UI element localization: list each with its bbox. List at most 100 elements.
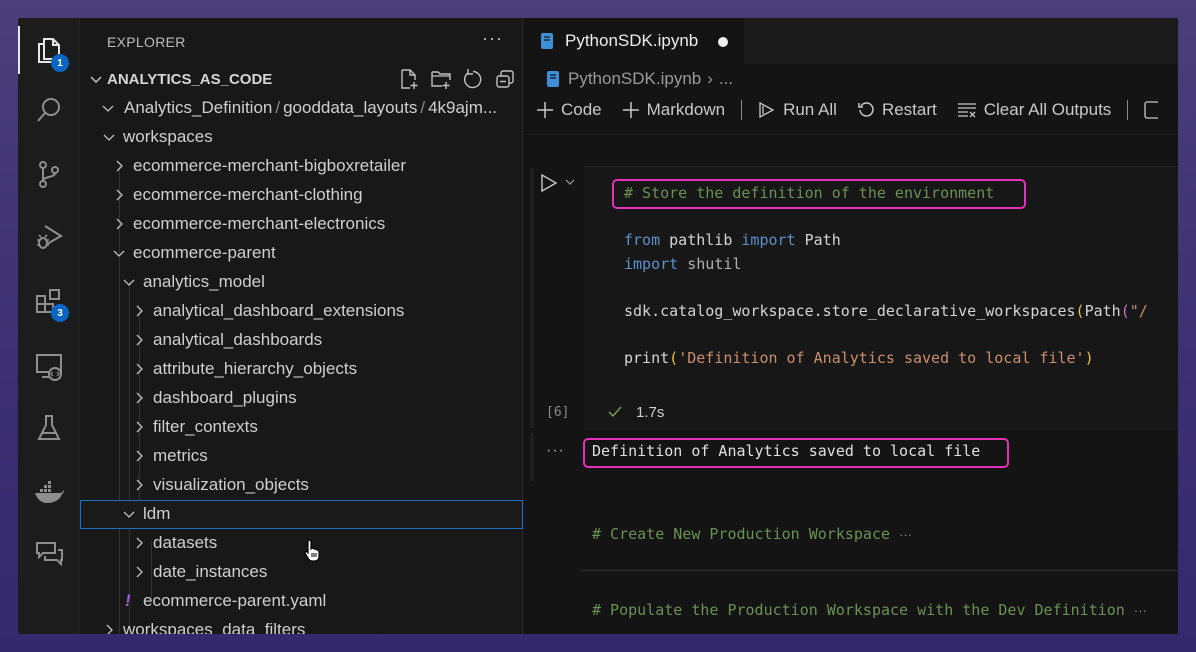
tree-item[interactable]: ldm: [80, 500, 523, 529]
tree-item[interactable]: workspaces: [80, 123, 523, 152]
tree-item[interactable]: ! ecommerce-parent.yaml: [80, 587, 523, 616]
activity-source-control[interactable]: [18, 146, 80, 202]
tree-item[interactable]: attribute_hierarchy_objects: [80, 355, 523, 384]
activity-bar: 1 3: [18, 18, 80, 634]
source-control-icon: [39, 161, 59, 188]
new-folder-icon[interactable]: [430, 68, 452, 90]
output-more-button[interactable]: ···: [546, 442, 565, 460]
notebook-icon: [547, 71, 559, 87]
string-literal: "/: [1129, 302, 1148, 320]
tree-item-label: ecommerce-parent: [133, 243, 276, 262]
tree-item[interactable]: filter_contexts: [80, 413, 523, 442]
tree-item[interactable]: ecommerce-parent: [80, 239, 523, 268]
run-all-label: Run All: [783, 100, 837, 119]
code-line-from: from pathlib import Path: [624, 231, 841, 249]
tree-item[interactable]: ecommerce-merchant-bigboxretailer: [80, 152, 523, 181]
execution-time: 1.7s: [636, 404, 665, 421]
tab-pythonsdk[interactable]: PythonSDK.ipynb: [524, 18, 744, 64]
toolbar-border: [524, 134, 1178, 135]
tree-item-label: analytics_model: [143, 272, 265, 291]
refresh-icon[interactable]: [462, 68, 484, 90]
explorer-badge: 1: [51, 54, 69, 72]
activity-search[interactable]: [18, 82, 80, 138]
activity-explorer[interactable]: 1: [18, 22, 80, 78]
run-all-button[interactable]: Run All: [758, 100, 837, 120]
plus-icon: [537, 102, 553, 118]
breadcrumb-file[interactable]: PythonSDK.ipynb: [568, 69, 701, 89]
vscode-window: 1 3 EXPLORER ··· ANALYTICS_AS_CODE Analy…: [18, 18, 1178, 634]
path-part-2: gooddata_layouts: [283, 98, 418, 117]
yaml-file-icon: !: [125, 591, 131, 610]
code-comment: # Store the definition of the environmen…: [624, 184, 995, 202]
tree-item-label: date_instances: [153, 562, 268, 581]
restart-button[interactable]: Restart: [857, 100, 937, 120]
chevron-down-icon: [123, 511, 135, 518]
sidebar-title: EXPLORER: [107, 34, 186, 50]
tree-item-label: ecommerce-parent.yaml: [143, 591, 327, 610]
workspace-section-header[interactable]: ANALYTICS_AS_CODE: [80, 66, 523, 92]
collapse-all-icon[interactable]: [494, 68, 516, 90]
add-markdown-cell-button[interactable]: Markdown: [622, 100, 725, 120]
tree-item[interactable]: dashboard_plugins: [80, 384, 523, 413]
keyword-import: import: [624, 255, 679, 273]
sidebar-more-button[interactable]: ···: [482, 28, 503, 49]
chat-icon: [36, 542, 63, 567]
chevron-right-icon: [136, 450, 143, 462]
paren: (: [1075, 302, 1085, 320]
expand-cell-icon[interactable]: ···: [899, 527, 912, 542]
tree-item[interactable]: ecommerce-merchant-clothing: [80, 181, 523, 210]
chevron-down-icon: [123, 279, 135, 286]
markdown-cell[interactable]: # Create New Production Workspace ···: [592, 525, 912, 543]
markdown-cell[interactable]: # Populate the Production Workspace with…: [592, 601, 1147, 619]
notebook-editor: PythonSDK.ipynb PythonSDK.ipynb › ... Co…: [524, 18, 1178, 634]
cell-output: Definition of Analytics saved to local f…: [592, 442, 981, 460]
variables-icon[interactable]: [1144, 100, 1159, 120]
tree-item[interactable]: metrics: [80, 442, 523, 471]
toolbar-separator: [741, 100, 743, 120]
tree-item-label: analytical_dashboard_extensions: [153, 301, 405, 320]
tree-item[interactable]: date_instances: [80, 558, 523, 587]
tree-item[interactable]: analytical_dashboards: [80, 326, 523, 355]
chevron-down-icon[interactable]: [564, 176, 576, 188]
tree-item[interactable]: analytics_model: [80, 268, 523, 297]
chevron-right-icon: [136, 566, 143, 578]
activity-run-debug[interactable]: [18, 208, 80, 264]
explorer-sidebar: EXPLORER ··· ANALYTICS_AS_CODE Analytics…: [80, 18, 523, 634]
markdown-label: Markdown: [646, 100, 726, 119]
breadcrumb-rest[interactable]: ...: [719, 69, 733, 89]
expand-cell-icon[interactable]: ···: [1134, 603, 1147, 618]
keyword-from: from: [624, 231, 661, 249]
run-cell-icon[interactable]: [540, 173, 558, 193]
module-pathlib: pathlib: [669, 231, 733, 249]
check-icon: [608, 406, 622, 418]
clear-all-outputs-button[interactable]: Clear All Outputs: [957, 100, 1112, 120]
chevron-down-icon: [90, 76, 102, 83]
tree-item-label: filter_contexts: [153, 417, 258, 436]
new-file-icon[interactable]: [398, 68, 420, 90]
tab-label: PythonSDK.ipynb: [565, 31, 699, 50]
tree-item[interactable]: datasets: [80, 529, 523, 558]
tree-item-label: visualization_objects: [153, 475, 309, 494]
tree-item[interactable]: workspaces_data_filters: [80, 616, 523, 634]
extensions-badge: 3: [51, 304, 69, 322]
activity-remote-explorer[interactable]: [18, 338, 80, 394]
breadcrumb: PythonSDK.ipynb › ...: [546, 67, 733, 91]
activity-testing[interactable]: [18, 400, 80, 456]
tree-item-label: ldm: [143, 504, 171, 523]
keyword-import: import: [741, 231, 796, 249]
tree-item-label: dashboard_plugins: [153, 388, 297, 407]
activity-docker[interactable]: [18, 464, 80, 520]
activity-extensions[interactable]: 3: [18, 274, 80, 330]
activity-chat[interactable]: [18, 526, 80, 582]
clear-all-label: Clear All Outputs: [983, 100, 1112, 119]
add-code-cell-button[interactable]: Code: [536, 100, 602, 120]
tree-item[interactable]: analytical_dashboard_extensions: [80, 297, 523, 326]
run-debug-icon: [37, 225, 63, 249]
markdown-cell-text: # Create New Production Workspace: [592, 525, 891, 543]
unsaved-dot-icon[interactable]: [718, 37, 728, 47]
explorer-actions: [398, 66, 516, 92]
hand-cursor-icon: [304, 539, 320, 562]
tree-row-path[interactable]: Analytics_Definition / gooddata_layouts/4k…: [80, 94, 523, 123]
tree-item[interactable]: visualization_objects: [80, 471, 523, 500]
tree-item[interactable]: ecommerce-merchant-electronics: [80, 210, 523, 239]
